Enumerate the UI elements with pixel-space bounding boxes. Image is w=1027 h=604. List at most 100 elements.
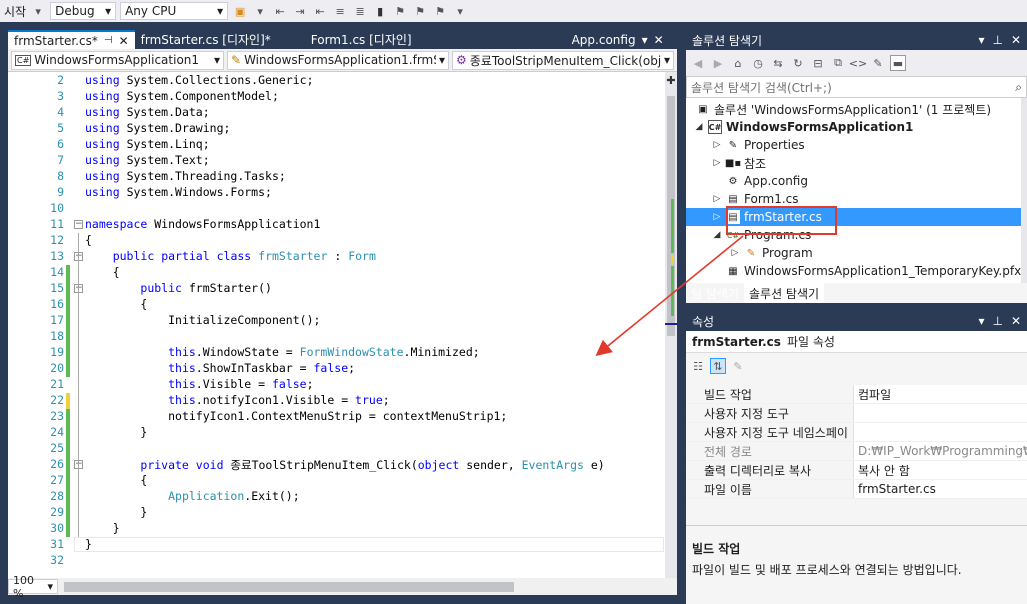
platform-select[interactable]: Any CPU ▾ bbox=[120, 2, 229, 20]
code-line[interactable]: using System.Collections.Generic; bbox=[85, 73, 314, 87]
alphabetical-icon[interactable]: ⇅ bbox=[710, 358, 726, 374]
code-line[interactable]: notifyIcon1.ContextMenuStrip = contextMe… bbox=[85, 409, 507, 423]
tree-item-program-cs[interactable]: ◢ C# Program.cs bbox=[712, 226, 812, 244]
collapse-all-icon[interactable]: ⊟ bbox=[810, 55, 826, 71]
code-line[interactable]: using System.Windows.Forms; bbox=[85, 185, 272, 199]
code-line[interactable]: } bbox=[85, 425, 147, 439]
dropdown-arrow-icon[interactable]: ▾ bbox=[30, 3, 46, 19]
pin-icon[interactable]: ⊥ bbox=[992, 314, 1002, 328]
view-code-icon[interactable]: <> bbox=[849, 55, 867, 71]
code-line[interactable]: this.Visible = false; bbox=[85, 377, 313, 391]
expand-arrow-icon[interactable]: ◢ bbox=[712, 230, 722, 240]
code-line[interactable]: public frmStarter() bbox=[85, 281, 272, 295]
indent-icon[interactable]: ⇥ bbox=[292, 3, 308, 19]
code-line[interactable]: using System.Text; bbox=[85, 153, 210, 167]
dropdown-arrow-icon[interactable]: ▾ bbox=[978, 314, 984, 328]
zoom-select[interactable]: 100 % ▾ bbox=[8, 574, 58, 600]
preview-icon[interactable]: ▬ bbox=[890, 55, 906, 71]
tab-team-explorer[interactable]: 팀 탐색기 bbox=[686, 283, 744, 303]
tree-item-references[interactable]: ▷ ■▪ 참조 bbox=[712, 154, 767, 172]
tree-item-solution[interactable]: ▣ 솔루션 'WindowsFormsApplication1' (1 프로젝트… bbox=[696, 100, 991, 118]
close-icon[interactable]: ✕ bbox=[119, 34, 129, 48]
collapse-arrow-icon[interactable]: ▷ bbox=[712, 140, 722, 150]
outdent-icon[interactable]: ⇤ bbox=[312, 3, 328, 19]
code-line[interactable]: using System.Data; bbox=[85, 105, 210, 119]
properties-icon[interactable]: ✎ bbox=[870, 55, 886, 71]
search-icon[interactable]: ⌕ bbox=[1015, 80, 1022, 95]
find-icon[interactable]: ▣ bbox=[232, 3, 248, 19]
collapse-arrow-icon[interactable]: ▷ bbox=[730, 248, 740, 258]
tree-item-form1[interactable]: ▷ ▤ Form1.cs bbox=[712, 190, 799, 208]
tree-item-properties[interactable]: ▷ ✎ Properties bbox=[712, 136, 805, 154]
code-line[interactable]: { bbox=[85, 473, 147, 487]
close-icon[interactable]: ✕ bbox=[1011, 33, 1021, 47]
tree-item-app-config[interactable]: ⚙ App.config bbox=[726, 172, 808, 190]
code-line[interactable]: { bbox=[85, 297, 147, 311]
dropdown-arrow-icon[interactable]: ▾ bbox=[642, 33, 648, 47]
vertical-scrollbar[interactable]: ✚ bbox=[665, 72, 677, 578]
close-icon[interactable]: ✕ bbox=[1011, 314, 1021, 328]
step-icon[interactable]: ⇤ bbox=[272, 3, 288, 19]
collapse-arrow-icon[interactable]: ▷ bbox=[712, 212, 722, 222]
code-editor[interactable]: 2 using System.Collections.Generic; 3 using… bbox=[8, 72, 677, 578]
property-value[interactable]: 복사 안 함 bbox=[853, 461, 1027, 479]
code-line[interactable]: using System.Drawing; bbox=[85, 121, 230, 135]
code-line[interactable]: using System.Linq; bbox=[85, 137, 210, 151]
code-line[interactable]: { bbox=[85, 233, 92, 247]
pin-icon[interactable]: ⊣ bbox=[104, 35, 113, 46]
home-icon[interactable]: ⌂ bbox=[730, 55, 746, 71]
code-line[interactable]: this.WindowState = FormWindowState.Minim… bbox=[85, 345, 480, 359]
pin-icon[interactable]: ⊥ bbox=[992, 33, 1002, 47]
property-row[interactable]: 전체 경로D:₩IP_Work₩Programming₩Wi bbox=[686, 442, 1027, 461]
split-icon[interactable]: ✚ bbox=[666, 74, 676, 88]
pending-changes-icon[interactable]: ⇆ bbox=[770, 55, 786, 71]
tree-item-pfx[interactable]: ▦ WindowsFormsApplication1_TemporaryKey.… bbox=[726, 262, 1021, 280]
expand-arrow-icon[interactable]: ◢ bbox=[694, 122, 704, 132]
code-line[interactable]: private void 종료ToolStripMenuItem_Click(o… bbox=[85, 457, 604, 473]
forward-icon[interactable]: ▶ bbox=[710, 55, 726, 71]
next-bookmark-icon[interactable]: ⚑ bbox=[412, 3, 428, 19]
code-line[interactable]: this.notifyIcon1.Visible = true; bbox=[85, 393, 390, 407]
class-select[interactable]: ✎ WindowsFormsApplication1.frmSt ▾ bbox=[227, 50, 449, 70]
collapse-arrow-icon[interactable]: ▷ bbox=[712, 194, 722, 204]
show-all-files-icon[interactable]: ⧉ bbox=[830, 55, 846, 71]
clear-bookmark-icon[interactable]: ⚑ bbox=[432, 3, 448, 19]
refresh-icon[interactable]: ↻ bbox=[790, 55, 806, 71]
member-select[interactable]: ⚙ 종료ToolStripMenuItem_Click(obje ▾ bbox=[452, 50, 674, 70]
horizontal-scrollbar[interactable] bbox=[64, 581, 514, 592]
uncomment-icon[interactable]: ≣ bbox=[352, 3, 368, 19]
tree-item-project[interactable]: ◢ C# WindowsFormsApplication1 bbox=[694, 118, 913, 136]
project-select[interactable]: C# WindowsFormsApplication1 ▾ bbox=[11, 50, 224, 70]
object-selector[interactable]: frmStarter.cs 파일 속성 bbox=[686, 331, 1027, 353]
start-label[interactable]: 시작 bbox=[4, 3, 26, 20]
comment-icon[interactable]: ≡ bbox=[332, 3, 348, 19]
property-value[interactable] bbox=[853, 404, 1027, 422]
code-line[interactable]: using System.Threading.Tasks; bbox=[85, 169, 286, 183]
property-value[interactable]: 컴파일 bbox=[853, 385, 1027, 403]
close-icon[interactable]: ✕ bbox=[654, 33, 664, 47]
code-line[interactable]: } bbox=[85, 505, 147, 519]
code-line[interactable]: InitializeComponent(); bbox=[85, 313, 320, 327]
code-line[interactable]: namespace WindowsFormsApplication1 bbox=[85, 217, 320, 231]
code-line[interactable]: this.ShowInTaskbar = false; bbox=[85, 361, 355, 375]
tree-scrollbar[interactable] bbox=[1021, 98, 1027, 283]
property-row[interactable]: 빌드 작업 컴파일 bbox=[686, 385, 1027, 404]
property-row[interactable]: 사용자 지정 도구 네임스페이 bbox=[686, 423, 1027, 442]
history-icon[interactable]: ◷ bbox=[750, 55, 766, 71]
property-value[interactable]: frmStarter.cs bbox=[853, 480, 1027, 498]
collapse-outline-icon[interactable]: − bbox=[74, 220, 83, 229]
back-icon[interactable]: ◀ bbox=[690, 55, 706, 71]
categorized-icon[interactable]: ☷ bbox=[690, 358, 706, 374]
tab-form1-design[interactable]: Form1.cs [디자인] bbox=[305, 30, 418, 49]
collapse-arrow-icon[interactable]: ▷ bbox=[712, 158, 722, 168]
bookmark-icon[interactable]: ▮ bbox=[372, 3, 388, 19]
tab-frmstarter-design[interactable]: frmStarter.cs [디자인]* bbox=[135, 30, 277, 49]
configuration-select[interactable]: Debug ▾ bbox=[50, 2, 117, 20]
code-line[interactable]: public partial class frmStarter : Form bbox=[85, 249, 376, 263]
solution-search-input[interactable]: 솔루션 탐색기 검색(Ctrl+;) ⌕ bbox=[686, 76, 1027, 98]
property-value[interactable] bbox=[853, 423, 1027, 441]
prev-bookmark-icon[interactable]: ⚑ bbox=[392, 3, 408, 19]
dropdown-arrow-icon[interactable]: ▾ bbox=[252, 3, 268, 19]
tab-frmstarter-cs[interactable]: frmStarter.cs* ⊣ ✕ bbox=[8, 30, 135, 49]
overflow-icon[interactable]: ▾ bbox=[452, 3, 468, 19]
